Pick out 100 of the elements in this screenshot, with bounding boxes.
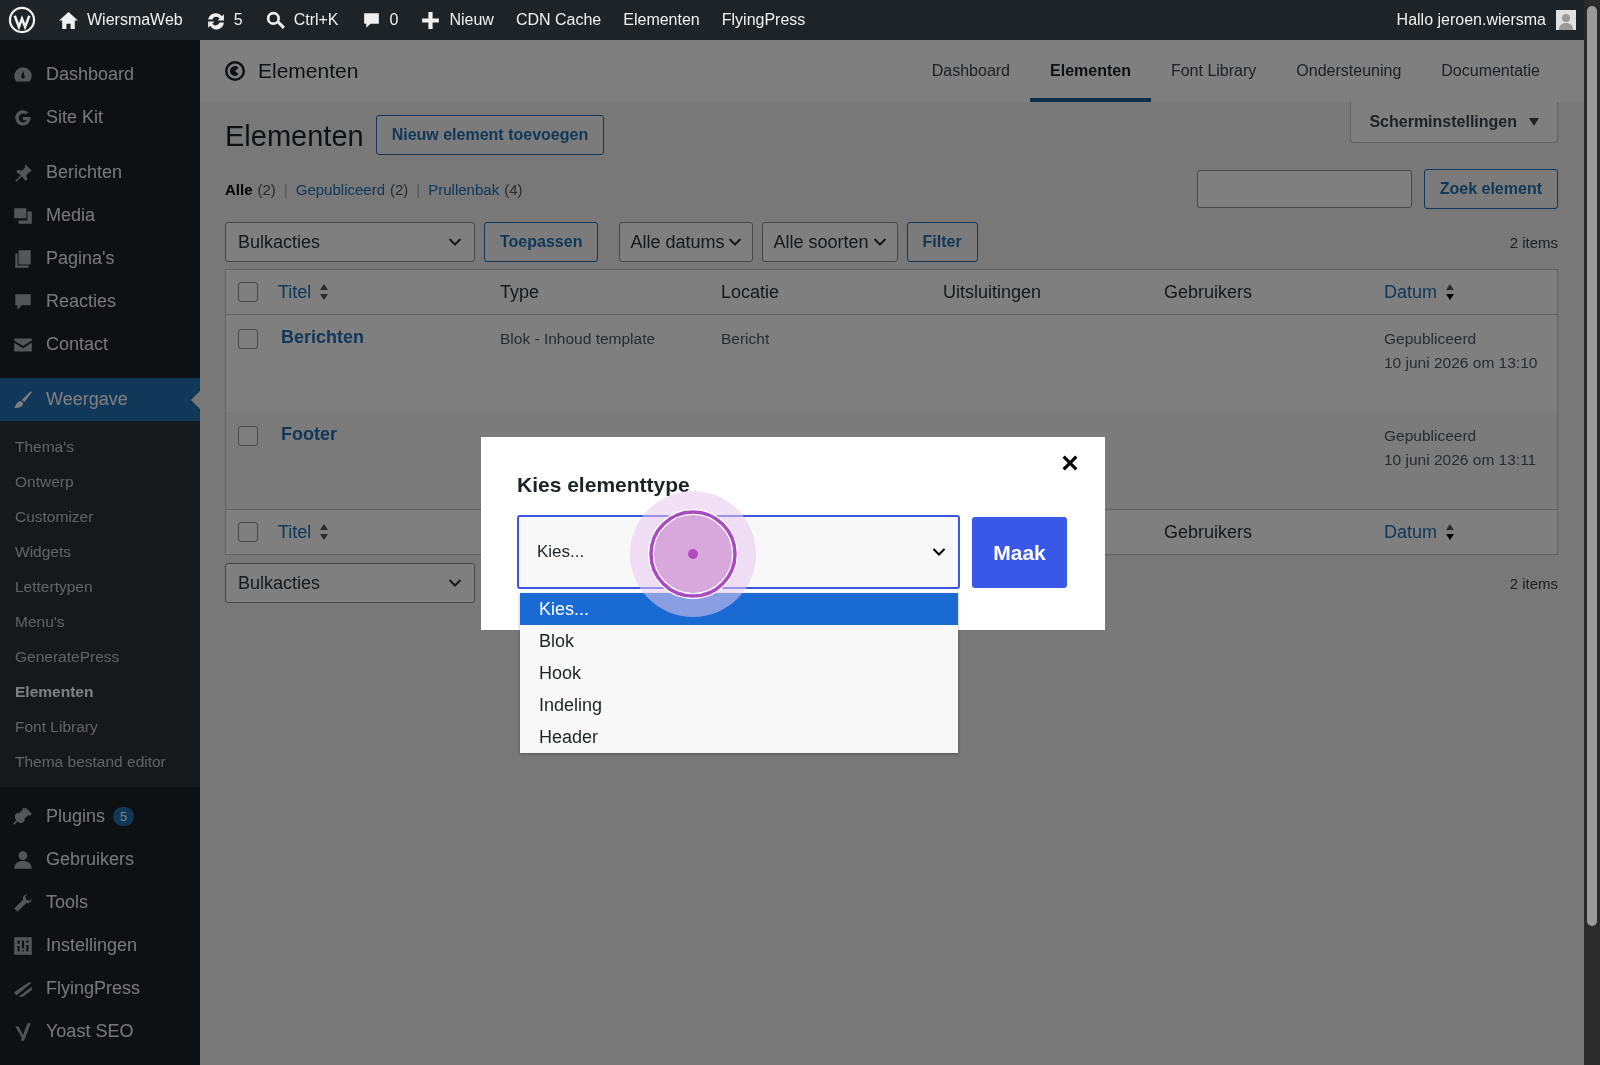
admin-bar-item[interactable]: Elementen <box>623 11 700 29</box>
date-text: 10 juni 2026 om 13:11 <box>1384 450 1538 470</box>
status-text: Gepubliceerd <box>1384 329 1478 349</box>
admin-bar-item[interactable]: WiersmaWeb <box>58 9 183 31</box>
column-header: Gebruikers <box>1164 281 1253 303</box>
avatar-icon[interactable] <box>1556 10 1576 30</box>
search-button[interactable]: Zoek element <box>1423 169 1558 209</box>
sidebar-item[interactable]: Gebruikers <box>0 838 200 881</box>
dropdown-option[interactable]: Hook <box>520 657 958 689</box>
admin-bar-item[interactable]: CDN Cache <box>515 11 602 29</box>
wrench-icon <box>12 891 34 914</box>
dropdown-option[interactable]: Indeling <box>520 689 958 721</box>
separator: | <box>416 180 421 198</box>
sidebar-item[interactable]: Media <box>0 194 200 237</box>
chevron-icon <box>448 578 462 588</box>
column-header[interactable]: Datum <box>1384 281 1455 303</box>
admin-bar-item[interactable]: 5 <box>204 9 243 31</box>
search-icon <box>264 9 286 31</box>
dropdown-option[interactable]: Header <box>520 721 958 753</box>
column-header: Gebruikers <box>1164 521 1253 543</box>
submenu-item[interactable]: Customizer <box>0 499 200 534</box>
plus-icon <box>420 9 442 31</box>
sidebar-item[interactable]: Instellingen <box>0 924 200 967</box>
submenu-item[interactable]: Widgets <box>0 534 200 569</box>
date-text: 10 juni 2026 om 13:10 <box>1384 353 1539 373</box>
row-checkbox[interactable] <box>238 426 258 446</box>
chevron-icon <box>448 237 462 247</box>
column-header[interactable]: Datum <box>1384 521 1455 543</box>
close-icon[interactable] <box>1061 454 1079 472</box>
pages-icon <box>12 247 34 270</box>
admin-bar-item[interactable]: Nieuw <box>420 9 494 31</box>
filter-link[interactable]: Prullenbak <box>428 180 500 198</box>
nav-tab[interactable]: Ondersteuning <box>1276 40 1422 102</box>
sidebar-item[interactable]: Reacties <box>0 280 200 323</box>
logo-icon[interactable] <box>8 6 36 34</box>
view-count: (2) <box>257 180 276 198</box>
screen-options-button[interactable]: Scherminstellingen <box>1350 102 1558 143</box>
sidebar-item[interactable]: Tools <box>0 881 200 924</box>
apply-button[interactable]: Toepassen <box>484 222 599 262</box>
view-count: (2) <box>390 180 409 198</box>
table-cell: Bericht <box>721 330 770 347</box>
greeting-link[interactable]: Hallo jeroen.wiersma <box>1396 11 1546 29</box>
item-count: 2 items <box>1509 574 1558 592</box>
count-badge: 5 <box>113 807 135 826</box>
create-button[interactable]: Maak <box>972 517 1067 588</box>
column-header: Type <box>500 281 540 303</box>
sort-icon <box>319 283 330 301</box>
submenu-item[interactable]: Menu's <box>0 604 200 639</box>
bulk-actions-select[interactable]: Bulkacties <box>225 563 475 603</box>
select-all-checkbox[interactable] <box>238 282 258 302</box>
element-title-link[interactable]: Berichten <box>278 327 365 347</box>
sort-icon <box>1445 523 1455 541</box>
status-text: Gepubliceerd <box>1384 426 1478 446</box>
add-new-button[interactable]: Nieuw element toevoegen <box>375 115 605 155</box>
column-header[interactable]: Titel <box>278 281 330 303</box>
paintbrush-icon <box>12 388 34 411</box>
column-header: Uitsluitingen <box>943 281 1042 303</box>
sidebar-item[interactable]: Contact <box>0 323 200 366</box>
sidebar-item[interactable]: Pagina's <box>0 237 200 280</box>
item-count: 2 items <box>1509 233 1558 251</box>
separator: | <box>283 180 288 198</box>
nav-tab[interactable]: Dashboard <box>911 40 1030 102</box>
element-title-link[interactable]: Footer <box>278 424 337 444</box>
select-all-checkbox[interactable] <box>238 522 258 542</box>
admin-bar-item[interactable]: 0 <box>360 9 399 31</box>
column-header[interactable]: Titel <box>278 521 330 543</box>
submenu-item[interactable]: Ontwerp <box>0 464 200 499</box>
search-field[interactable] <box>1196 170 1412 208</box>
dropdown-option[interactable]: Kies... <box>520 593 958 625</box>
submenu-item[interactable]: GeneratePress <box>0 639 200 674</box>
filter-link[interactable]: Alle <box>225 180 253 198</box>
dropdown-option[interactable]: Blok <box>520 625 958 657</box>
nav-tab[interactable]: Elementen <box>1030 40 1151 102</box>
nav-tab[interactable]: Documentatie <box>1421 40 1560 102</box>
submenu-item[interactable]: Lettertypen <box>0 569 200 604</box>
sidebar-item[interactable]: Site Kit <box>0 96 200 139</box>
submenu-item[interactable]: Thema bestand editor <box>0 744 200 779</box>
row-checkbox[interactable] <box>238 329 258 349</box>
sort-icon <box>319 523 330 541</box>
sidebar-item[interactable]: Yoast SEO <box>0 1010 200 1053</box>
sort-icon <box>1445 283 1455 301</box>
nav-tab[interactable]: Font Library <box>1150 40 1277 102</box>
submenu-item[interactable]: Thema's <box>0 429 200 464</box>
bulk-actions-select[interactable]: Bulkacties <box>225 222 475 262</box>
submenu-item[interactable]: Font Library <box>0 709 200 744</box>
filter-button[interactable]: Filter <box>906 222 978 262</box>
sidebar-item[interactable]: Berichten <box>0 151 200 194</box>
submenu-item[interactable]: Elementen <box>0 674 200 709</box>
sidebar-item[interactable]: Dashboard <box>0 53 200 96</box>
admin-bar-item[interactable]: Ctrl+K <box>264 9 339 31</box>
filter-link[interactable]: Gepubliceerd <box>295 180 385 198</box>
sidebar-item[interactable]: Weergave <box>0 378 200 421</box>
filter-select[interactable]: Alle soorten <box>762 222 898 262</box>
admin-bar-item[interactable]: FlyingPress <box>721 11 806 29</box>
home-icon <box>58 9 79 31</box>
sidebar-item[interactable]: Plugins 5 <box>0 795 200 838</box>
filter-select[interactable]: Alle datums <box>619 222 754 262</box>
scrollbar[interactable] <box>1584 0 1600 1065</box>
sidebar-item[interactable]: FlyingPress <box>0 967 200 1010</box>
page-title: Elementen <box>225 120 364 153</box>
